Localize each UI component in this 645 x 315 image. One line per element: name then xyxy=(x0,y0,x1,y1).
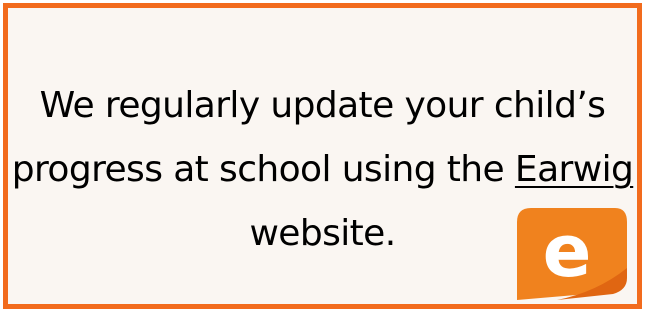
notice-line-2: progress at school using the Earwig xyxy=(8,138,637,202)
notice-line-2-text: progress at school using the xyxy=(11,149,515,190)
notice-line-1: We regularly update your child’s xyxy=(39,85,606,126)
logo-letter: e xyxy=(543,209,592,293)
earwig-link[interactable]: Earwig xyxy=(515,149,634,190)
earwig-e-logo-icon[interactable]: e xyxy=(517,208,627,300)
